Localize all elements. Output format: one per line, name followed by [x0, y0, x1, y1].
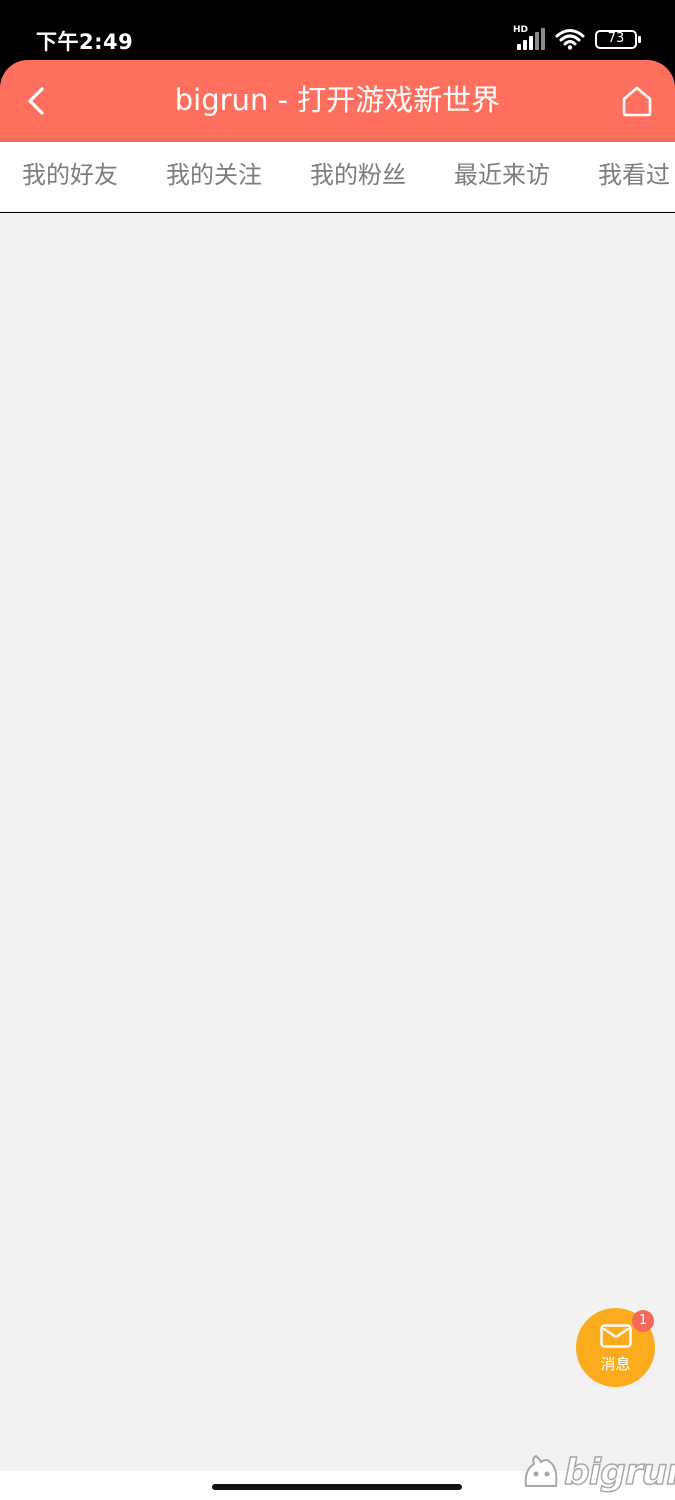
battery-level: 73: [607, 30, 625, 46]
wifi-icon: [555, 29, 585, 50]
mascot-icon: [524, 1454, 558, 1487]
tab-my-friends[interactable]: 我的好友: [22, 158, 118, 192]
tab-recent-visitors[interactable]: 最近来访: [454, 158, 550, 192]
unread-badge: 1: [632, 1310, 654, 1332]
mail-icon: [600, 1324, 632, 1348]
battery-icon: 73: [595, 29, 641, 49]
back-button[interactable]: [22, 82, 56, 120]
tab-viewed[interactable]: 我看过: [598, 158, 670, 192]
cellular-signal-icon: HD: [513, 25, 545, 50]
tab-my-fans[interactable]: 我的粉丝: [310, 158, 406, 192]
watermark-logo-text: bigrun: [563, 1451, 675, 1494]
status-icons: HD 73: [513, 25, 641, 52]
tab-my-following[interactable]: 我的关注: [166, 158, 262, 192]
tab-bar: 我的好友 我的关注 我的粉丝 最近来访 我看过: [0, 142, 675, 212]
page-title: bigrun - 打开游戏新世界: [174, 83, 501, 117]
home-button[interactable]: [619, 82, 655, 120]
bigrun-watermark: bigrun: [520, 1451, 675, 1496]
message-label: 消息: [600, 1355, 631, 1373]
content-area: [0, 213, 675, 1471]
home-indicator[interactable]: [212, 1484, 462, 1490]
network-type-label: HD: [513, 25, 529, 35]
app-header: bigrun - 打开游戏新世界: [0, 60, 675, 142]
home-icon: [622, 86, 652, 117]
status-time: 下午2:49: [36, 30, 134, 54]
status-bar: 下午2:49 HD 73: [0, 0, 675, 62]
chevron-left-icon: [28, 87, 44, 115]
